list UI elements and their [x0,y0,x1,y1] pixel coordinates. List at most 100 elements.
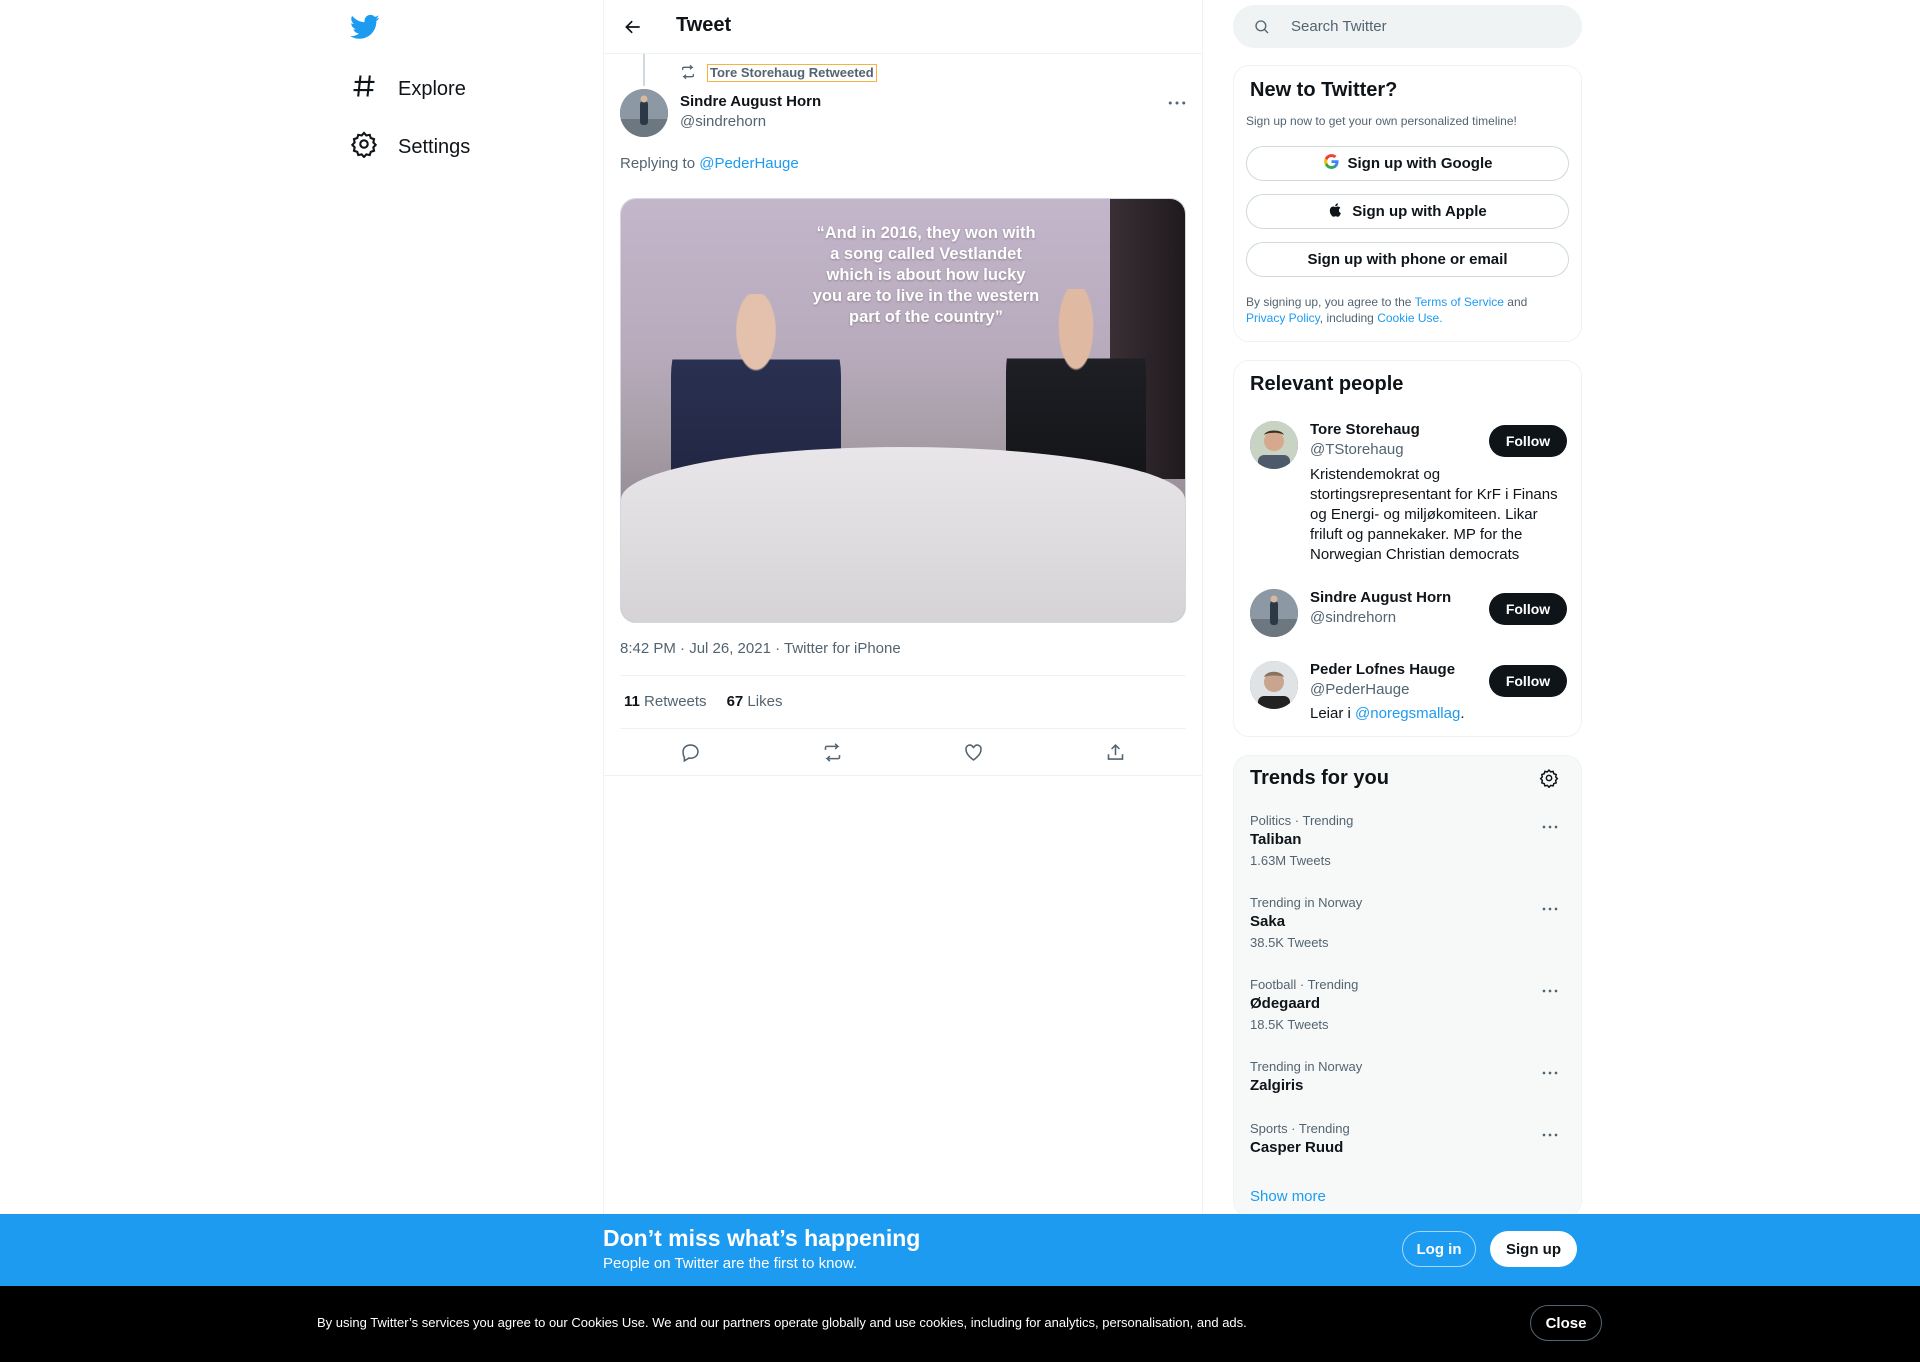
author-name[interactable]: Sindre August Horn [680,93,821,110]
trend-more-button[interactable] [1539,1066,1561,1080]
retweeted-by-label[interactable]: Tore Storehaug Retweeted [707,64,877,82]
trend-item[interactable]: Sports · Trending Casper Ruud [1250,1121,1570,1156]
signup-google-label: Sign up with Google [1347,155,1493,172]
relevant-people-title: Relevant people [1250,373,1404,395]
trend-more-button[interactable] [1539,902,1561,916]
more-icon [1542,1071,1558,1075]
retweets-label: Retweets [644,693,707,710]
more-options-button[interactable] [1165,94,1189,112]
likes-label: Likes [747,693,783,710]
follow-button[interactable]: Follow [1489,593,1567,625]
retweet-button[interactable] [818,738,846,766]
twitter-logo-icon[interactable] [350,12,382,44]
nav-item-label: Settings [398,135,471,158]
signup-card-subtitle: Sign up now to get your own personalized… [1246,114,1517,128]
trend-item[interactable]: Trending in Norway Zalgiris [1250,1059,1570,1094]
show-more-link[interactable]: Show more [1250,1188,1326,1205]
signup-apple-label: Sign up with Apple [1352,203,1487,220]
trend-name: Zalgiris [1250,1077,1304,1094]
replying-handle-link[interactable]: @PederHauge [699,155,798,172]
divider [620,675,1186,676]
search-input[interactable] [1289,17,1543,36]
follow-button[interactable]: Follow [1489,665,1567,697]
avatar[interactable] [1250,421,1298,469]
likes-stat[interactable]: 67 Likes [727,693,783,710]
search-icon [1255,19,1269,33]
back-button[interactable] [618,10,648,44]
trend-meta: Trending in Norway [1250,895,1363,910]
trend-meta: Politics · Trending [1250,813,1354,828]
person-name[interactable]: Tore Storehaug [1310,421,1420,438]
trends-title: Trends for you [1250,767,1389,789]
tweet-actions [620,738,1186,766]
privacy-link[interactable]: Privacy Policy [1246,311,1320,325]
signup-card: New to Twitter? Sign up now to get your … [1233,65,1582,342]
person-handle[interactable]: @sindrehorn [1310,609,1396,626]
more-icon [1168,101,1186,105]
nav-item-settings[interactable]: Settings [350,130,470,164]
replying-prefix: Replying to [620,155,696,172]
gear-icon [1539,768,1559,789]
nav-item-explore[interactable]: Explore [350,72,466,106]
trend-name: Ødegaard [1250,995,1321,1012]
avatar[interactable] [620,89,668,137]
retweets-count: 11 [624,693,640,710]
likes-count: 67 [726,693,744,710]
signup-prompt-bar [0,1214,1920,1286]
share-button[interactable] [1101,738,1129,766]
signup-apple-button[interactable]: Sign up with Apple [1246,194,1569,229]
more-icon [1542,825,1558,829]
share-icon [1107,743,1124,760]
image-caption: “And in 2016, they won with a song calle… [812,224,1040,326]
signup-phone-email-button[interactable]: Sign up with phone or email [1246,242,1569,277]
gear-icon [350,130,378,164]
relevant-people-card: Relevant people Tore Storehaug @TStoreha… [1233,360,1582,737]
trend-more-button[interactable] [1539,984,1561,998]
more-icon [1542,989,1558,993]
person-handle[interactable]: @PederHauge [1310,681,1409,698]
legal-text-3: , including [1319,311,1374,325]
divider [620,728,1186,729]
tweet-timestamp[interactable]: 8:42 PM · Jul 26, 2021 · Twitter for iPh… [620,640,901,657]
trend-name: Saka [1250,913,1286,930]
trend-count: 1.63M Tweets [1250,853,1331,868]
signup-prompt-title: Don’t miss what’s happening [603,1225,921,1251]
terms-link[interactable]: Terms of Service [1415,295,1504,309]
signup-prompt-subtitle: People on Twitter are the first to know. [603,1255,858,1272]
retweets-stat[interactable]: 11 Retweets [624,693,707,710]
trends-settings-button[interactable] [1539,768,1561,790]
person-bio: Kristendemokrat og stortingsrepresentant… [1310,466,1558,563]
signup-button[interactable]: Sign up [1490,1231,1577,1267]
replying-to: Replying to @PederHauge [620,155,799,172]
login-button[interactable]: Log in [1402,1231,1476,1267]
reply-button[interactable] [677,738,705,766]
trend-more-button[interactable] [1539,820,1561,834]
author-handle[interactable]: @sindrehorn [680,113,766,130]
tweet-stats: 11 Retweets 67 Likes [624,693,782,710]
search-bar[interactable] [1233,5,1582,48]
avatar[interactable] [1250,589,1298,637]
hashtag-icon [350,72,378,106]
trend-item[interactable]: Politics · Trending Taliban 1.63M Tweets [1250,813,1570,868]
bio-mention-link[interactable]: @noregsmallag [1355,705,1460,722]
trend-meta: Trending in Norway [1250,1059,1363,1074]
trend-item[interactable]: Trending in Norway Saka 38.5K Tweets [1250,895,1570,950]
person-name[interactable]: Sindre August Horn [1310,589,1451,606]
tweet-image[interactable]: “And in 2016, they won with a song calle… [620,198,1186,623]
more-icon [1542,1133,1558,1137]
cookie-use-link[interactable]: Cookie Use. [1377,311,1442,325]
person-name[interactable]: Peder Lofnes Hauge [1310,661,1455,678]
person-handle[interactable]: @TStorehaug [1310,441,1404,458]
cookie-close-button[interactable]: Close [1530,1305,1602,1341]
nav-item-label: Explore [398,77,466,100]
trend-more-button[interactable] [1539,1128,1561,1142]
signup-google-button[interactable]: Sign up with Google [1246,146,1569,181]
follow-button[interactable]: Follow [1489,425,1567,457]
retweet-icon [824,742,841,762]
avatar[interactable] [1250,661,1298,709]
cookie-text: By using Twitter’s services you agree to… [317,1315,1247,1330]
bio-text: Leiar i [1310,705,1351,722]
trend-item[interactable]: Football · Trending Ødegaard 18.5K Tweet… [1250,977,1570,1032]
legal-text-1: By signing up, you agree to the [1246,295,1412,309]
like-button[interactable] [960,738,988,766]
